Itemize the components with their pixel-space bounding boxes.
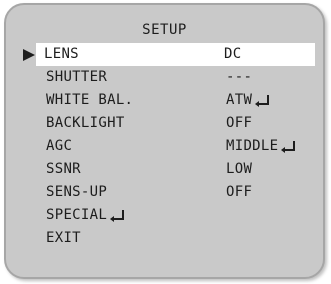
menu-item-white-balance[interactable]: WHITE BAL. ATW — [38, 89, 315, 112]
menu-item-ssnr[interactable]: SSNR LOW — [38, 158, 315, 181]
menu-item-value: LOW — [226, 161, 253, 177]
menu-item-value: OFF — [226, 184, 253, 200]
menu-item-sens-up[interactable]: SENS-UP OFF — [38, 181, 315, 204]
cursor-arrow-icon — [23, 49, 35, 61]
menu-item-label: BACKLIGHT — [46, 115, 125, 131]
menu-item-label: LENS — [44, 46, 79, 62]
menu-item-value: MIDDLE — [226, 135, 296, 158]
menu-item-shutter[interactable]: SHUTTER --- — [38, 66, 315, 89]
menu-item-label: SPECIAL — [46, 204, 125, 227]
menu-item-value: --- — [226, 69, 253, 85]
enter-return-icon — [281, 141, 296, 153]
menu-item-backlight[interactable]: BACKLIGHT OFF — [38, 112, 315, 135]
menu-list: LENS DC SHUTTER --- WHITE BAL. ATW BACKL… — [23, 43, 315, 250]
menu-item-agc[interactable]: AGC MIDDLE — [38, 135, 315, 158]
enter-return-icon — [110, 210, 125, 222]
menu-item-lens[interactable]: LENS DC — [23, 43, 315, 66]
menu-item-label: SSNR — [46, 161, 81, 177]
menu-item-value: ATW — [226, 89, 270, 112]
menu-item-special[interactable]: SPECIAL — [38, 204, 315, 227]
menu-item-label: WHITE BAL. — [46, 92, 134, 108]
menu-item-label: SHUTTER — [46, 69, 108, 85]
menu-item-label: EXIT — [46, 230, 81, 246]
menu-item-value: DC — [224, 46, 242, 62]
menu-item-exit[interactable]: EXIT — [38, 227, 315, 250]
enter-return-icon — [255, 95, 270, 107]
menu-item-label: AGC — [46, 138, 73, 154]
menu-title: SETUP — [142, 22, 187, 38]
osd-setup-menu: SETUP LENS DC SHUTTER --- WHITE BAL. ATW… — [4, 3, 325, 279]
menu-item-value: OFF — [226, 115, 253, 131]
menu-item-label: SENS-UP — [46, 184, 108, 200]
